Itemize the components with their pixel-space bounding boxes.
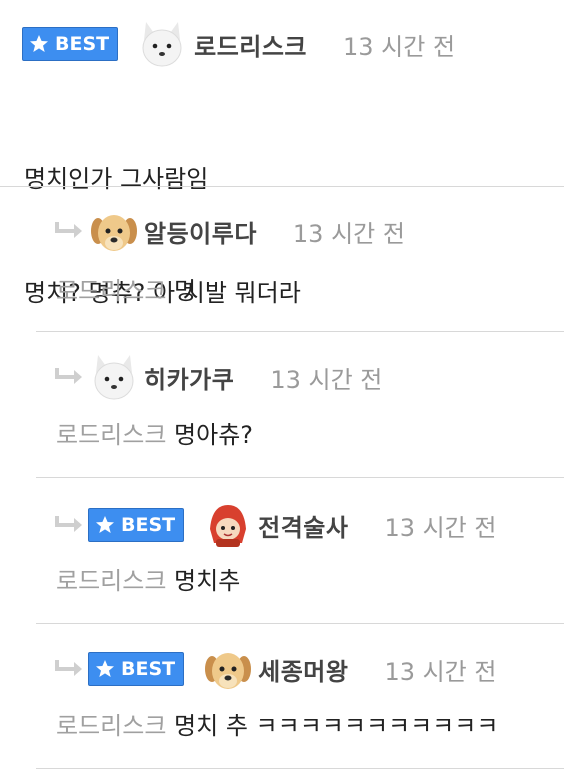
divider [0, 186, 564, 187]
reply-text: 명치 추 ㅋㅋㅋㅋㅋㅋㅋㅋㅋㅋㅋ [174, 712, 499, 740]
puppy-icon[interactable] [202, 643, 255, 695]
arctic-fox-icon[interactable] [88, 351, 140, 403]
divider [36, 477, 564, 478]
reply-arrow-icon [54, 658, 84, 680]
puppy-icon[interactable] [88, 205, 140, 257]
reply-body: 로드리스크 명 [56, 272, 196, 310]
comment-time: 13 시간 전 [384, 657, 497, 686]
red-hood-icon[interactable] [202, 499, 255, 551]
star-icon [29, 34, 49, 54]
reply-header: 히카가쿠 13 시간 전 [54, 351, 382, 403]
comment-time: 13 시간 전 [292, 219, 405, 248]
reply-header: BEST 세종머왕 13 시간 전 [54, 643, 496, 695]
author-nickname[interactable]: 히카가쿠 [144, 360, 234, 395]
reply-arrow-icon [54, 366, 84, 388]
author-nickname[interactable]: 전격술사 [258, 508, 348, 543]
best-badge-label: BEST [55, 33, 110, 55]
comment-time: 13 시간 전 [343, 32, 456, 61]
reply-to-mention[interactable]: 로드리스크 [56, 277, 166, 305]
author-nickname[interactable]: 알등이루다 [144, 214, 257, 249]
reply-body: 로드리스크 명치 추 ㅋㅋㅋㅋㅋㅋㅋㅋㅋㅋㅋ [56, 707, 498, 745]
top-comment-header: BEST 로드리스크 13 시간 전 [22, 18, 455, 70]
divider [36, 331, 564, 332]
reply-header: BEST 전격술사 13 시간 전 [54, 499, 496, 551]
reply-body: 로드리스크 명치추 [56, 562, 240, 600]
comment-line: 명치인가 그사람임 [24, 165, 209, 193]
best-badge-label: BEST [121, 658, 176, 680]
reply-arrow-icon [54, 220, 84, 242]
best-badge-label: BEST [121, 514, 176, 536]
comment-time: 13 시간 전 [384, 513, 497, 542]
reply-arrow-icon [54, 514, 84, 536]
comment-time: 13 시간 전 [270, 365, 383, 394]
star-icon [95, 659, 115, 679]
best-badge: BEST [88, 652, 185, 686]
reply-text: 명 [174, 277, 197, 305]
divider [36, 623, 564, 624]
author-nickname[interactable]: 세종머왕 [258, 652, 348, 687]
reply-text: 명치추 [174, 567, 241, 595]
arctic-fox-icon[interactable] [136, 18, 189, 70]
best-badge: BEST [88, 508, 185, 542]
author-nickname[interactable]: 로드리스크 [194, 27, 307, 62]
best-badge: BEST [22, 27, 119, 61]
reply-to-mention[interactable]: 로드리스크 [56, 712, 166, 740]
reply-header: 알등이루다 13 시간 전 [54, 205, 405, 257]
reply-to-mention[interactable]: 로드리스크 [56, 421, 166, 449]
reply-body: 로드리스크 명아츄? [56, 416, 253, 454]
reply-text: 명아츄? [174, 421, 254, 449]
reply-to-mention[interactable]: 로드리스크 [56, 567, 166, 595]
star-icon [95, 515, 115, 535]
